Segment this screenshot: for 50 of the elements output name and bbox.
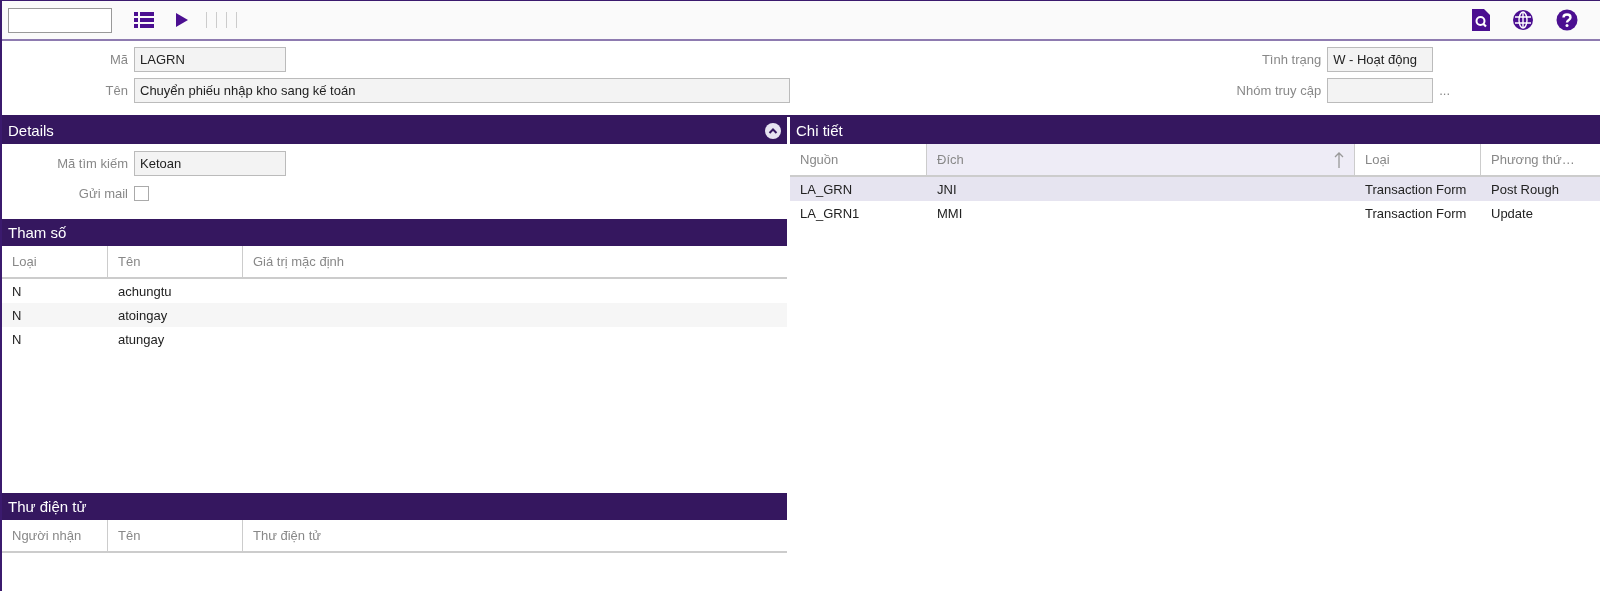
table-cell-text: Transaction Form <box>1364 205 1468 221</box>
column-header[interactable]: Thư điện tử <box>243 520 787 551</box>
collapse-icon[interactable] <box>765 122 781 139</box>
column-header[interactable]: Tên <box>108 246 243 277</box>
column-header[interactable]: Người nhận <box>2 520 108 551</box>
table-cell-text: N <box>11 331 23 347</box>
field-label: Nhóm truy cập <box>1235 82 1322 98</box>
column-header[interactable]: Tên <box>108 520 243 551</box>
document-search-icon[interactable] <box>1472 9 1490 31</box>
text-field[interactable]: Chuyển phiếu nhập kho sang kế toán <box>134 77 790 103</box>
checkbox[interactable] <box>134 185 149 201</box>
table-cell-text: atungay <box>117 331 166 347</box>
table-cell-text: MMI <box>936 205 964 221</box>
play-icon[interactable] <box>176 13 188 27</box>
column-header[interactable]: Phương thứ… <box>1481 144 1600 175</box>
text-field[interactable] <box>1327 77 1434 103</box>
section-title: Tham số <box>8 224 67 241</box>
field-label: Mã <box>108 51 128 67</box>
table-cell-text: Post Rough <box>1490 181 1560 197</box>
text-field[interactable]: Ketoan <box>134 150 286 176</box>
globe-icon[interactable] <box>1512 9 1534 31</box>
list-icon[interactable] <box>134 12 154 28</box>
table-row[interactable]: LA_GRN1 MMI Transaction Form Update <box>790 201 1600 225</box>
table-cell-text: LA_GRN <box>799 181 854 197</box>
field-label: Gửi mail <box>77 185 128 201</box>
more-button[interactable]: ... <box>1439 82 1450 98</box>
column-header[interactable]: Loại <box>2 246 108 277</box>
table-cell-text: achungtu <box>117 283 173 299</box>
text-field[interactable]: LAGRN <box>134 46 286 72</box>
field-label: Tên <box>104 82 128 98</box>
table-cell-text: atoingay <box>117 307 169 323</box>
table-cell-text: LA_GRN1 <box>799 205 861 221</box>
table-row[interactable]: LA_GRN JNI Transaction Form Post Rough <box>790 177 1600 201</box>
table-cell-text: N <box>11 283 23 299</box>
section-title: Thư điện tử <box>8 498 87 515</box>
table-cell-text: Update <box>1490 205 1534 221</box>
table-cell-text: N <box>11 307 23 323</box>
field-label: Mã tìm kiếm <box>56 155 128 171</box>
table-cell-text: Transaction Form <box>1364 181 1468 197</box>
table-cell-text: JNI <box>936 181 958 197</box>
column-header[interactable]: Loại <box>1355 144 1481 175</box>
help-icon[interactable] <box>1556 9 1578 31</box>
toolbar-input[interactable] <box>8 7 112 33</box>
section-title: Details <box>8 122 54 139</box>
sort-up-icon <box>1334 151 1344 168</box>
column-header[interactable]: Đích <box>927 144 1355 175</box>
text-field[interactable]: W - Hoạt động <box>1327 46 1434 72</box>
field-label: Tình trạng <box>1260 51 1322 67</box>
column-header[interactable]: Giá trị mặc định <box>243 246 787 277</box>
section-title: Chi tiết <box>796 122 843 139</box>
